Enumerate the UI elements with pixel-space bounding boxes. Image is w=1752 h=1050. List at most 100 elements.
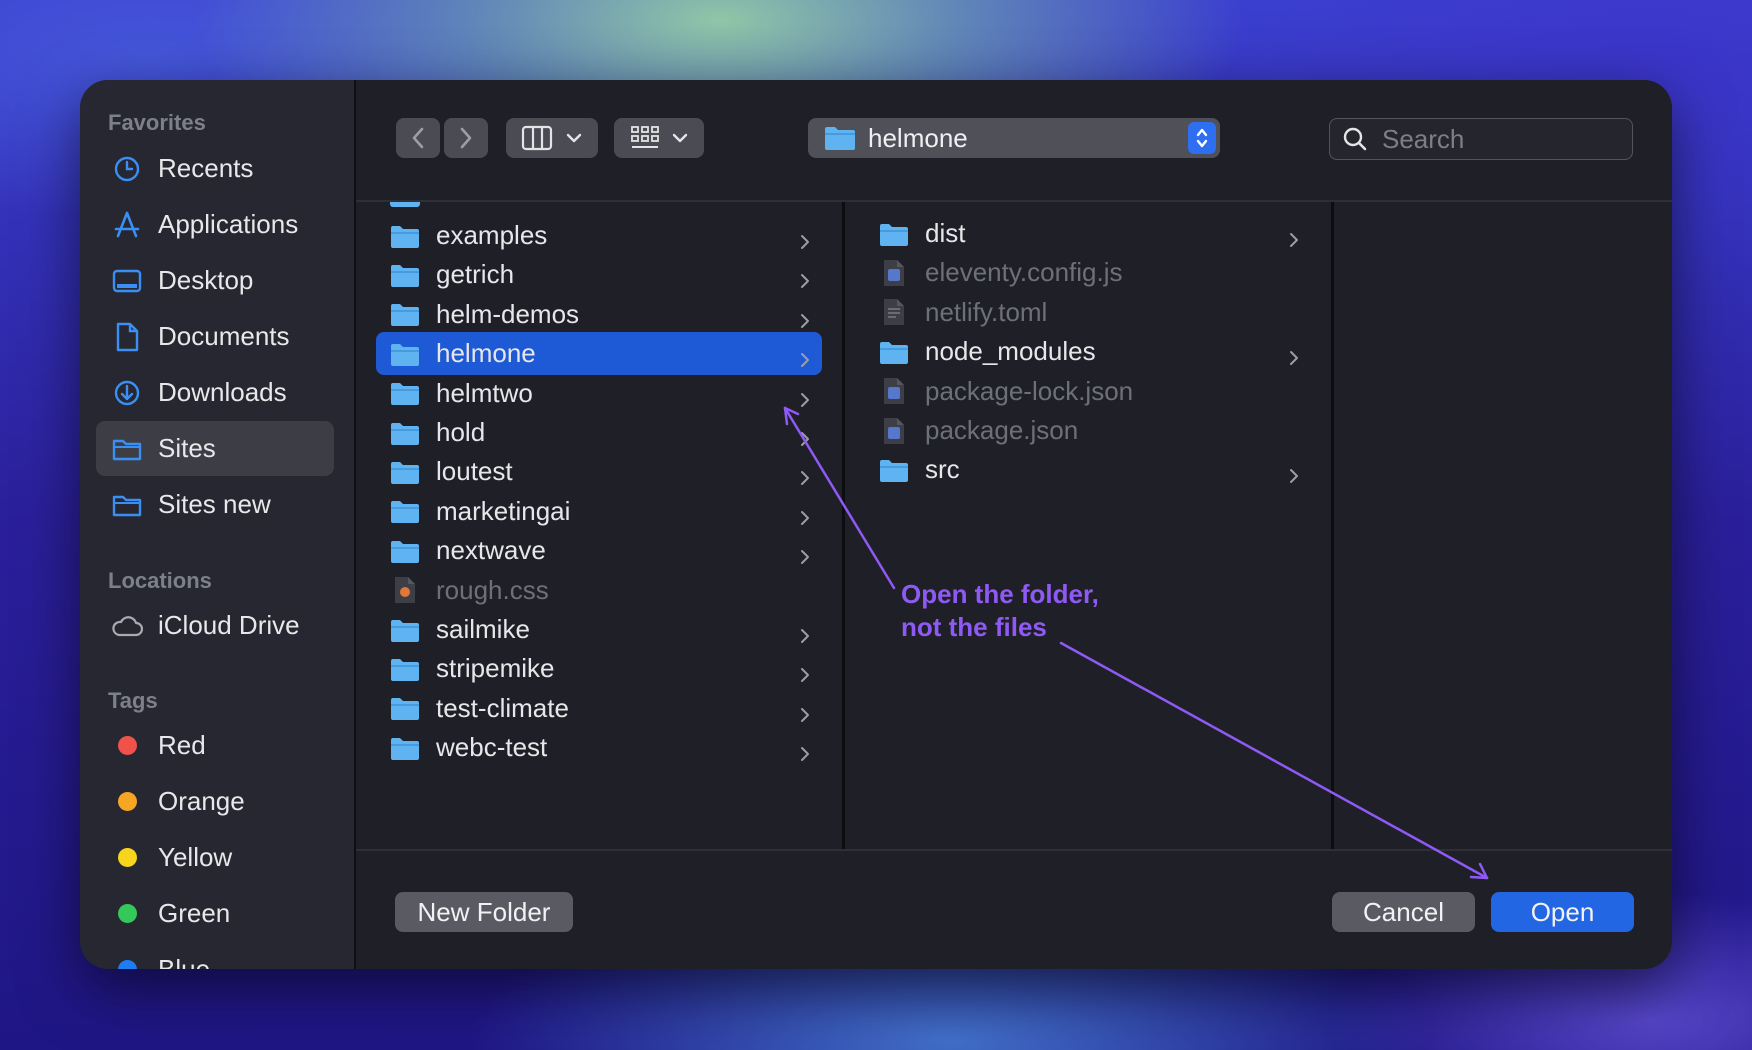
sidebar-item-recents[interactable]: Recents [96, 141, 334, 196]
grid-icon [631, 126, 659, 148]
blue-dot-icon [117, 960, 137, 969]
folder-icon [388, 496, 422, 526]
tag-red[interactable]: Red [96, 718, 334, 773]
path-stepper[interactable] [1188, 122, 1216, 154]
folder-icon [388, 221, 422, 251]
folder-row[interactable]: dist [865, 212, 1311, 255]
open-button[interactable]: Open [1491, 892, 1634, 932]
search-field[interactable]: Search [1329, 118, 1633, 160]
folder-icon [388, 339, 422, 369]
tag-green[interactable]: Green [96, 886, 334, 941]
folder-row[interactable]: helm-demos [376, 293, 822, 336]
chevron-right-icon [800, 462, 810, 493]
red-dot-icon [117, 736, 137, 755]
sidebar-item-label: Sites new [158, 489, 271, 519]
new-folder-button[interactable]: New Folder [395, 892, 573, 932]
folder-row[interactable]: helmtwo [376, 372, 822, 415]
folder-row[interactable]: nextwave [376, 529, 822, 572]
applications-icon [110, 208, 144, 242]
folder-row[interactable]: sailmike [376, 608, 822, 651]
folder-icon [388, 260, 422, 290]
row-label: node_modules [925, 336, 1096, 367]
folder-row[interactable]: marketingai [376, 490, 822, 533]
row-label: eleventy.config.js [925, 257, 1123, 288]
chevron-right-icon [1289, 224, 1299, 255]
sidebar-item-label: Recents [158, 153, 254, 183]
desktop-icon [110, 264, 144, 298]
row-label: helmtwo [436, 377, 533, 408]
open-dialog: Favorites Recents Applications Desktop D… [80, 80, 1672, 969]
sidebar-item-label: Documents [158, 321, 290, 351]
sidebar-item-sites[interactable]: Sites [96, 421, 334, 476]
chevron-down-icon [566, 133, 582, 143]
file-row[interactable]: netlify.toml [865, 291, 1311, 334]
back-button[interactable] [396, 118, 440, 158]
folder-row[interactable]: helmone [376, 332, 822, 376]
sidebar-item-sites-new[interactable]: Sites new [96, 477, 334, 532]
partial-folder-icon [390, 202, 420, 207]
column-sites[interactable]: examples getrich helm-demos helmone helmtwo h… [356, 202, 845, 849]
sidebar-item-label: Downloads [158, 377, 287, 407]
column-empty[interactable] [1334, 202, 1672, 849]
sidebar-item-documents[interactable]: Documents [96, 309, 334, 364]
tag-orange[interactable]: Orange [96, 774, 334, 829]
green-dot-icon [117, 904, 137, 923]
folder-icon [825, 127, 855, 150]
file-row[interactable]: eleventy.config.js [865, 251, 1311, 294]
view-mode-button[interactable] [506, 118, 598, 158]
sidebar-item-label: Desktop [158, 265, 254, 295]
sidebar-item-icloud-drive[interactable]: iCloud Drive [96, 598, 334, 653]
search-placeholder: Search [1382, 123, 1465, 154]
folder-row[interactable]: loutest [376, 450, 822, 493]
tag-label: Red [158, 730, 206, 760]
forward-button[interactable] [444, 118, 488, 158]
file-row[interactable]: rough.css [376, 569, 822, 612]
row-label: loutest [436, 456, 513, 487]
sidebar-item-downloads[interactable]: Downloads [96, 365, 334, 420]
folder-icon [388, 457, 422, 487]
file-row[interactable]: package-lock.json [865, 370, 1311, 413]
path-popup[interactable]: helmone [808, 118, 1220, 158]
download-icon [110, 376, 144, 410]
folder-icon [110, 488, 144, 522]
sidebar-item-desktop[interactable]: Desktop [96, 253, 334, 308]
chevron-right-icon [460, 127, 472, 149]
chevron-right-icon [800, 541, 810, 572]
folder-icon [388, 418, 422, 448]
search-icon [1343, 127, 1367, 151]
file-row[interactable]: package.json [865, 409, 1311, 452]
chevron-right-icon [800, 344, 810, 375]
favorites-heading: Favorites [108, 110, 206, 135]
row-label: hold [436, 417, 486, 447]
annotation-callout: Open the folder, not the files [901, 578, 1099, 644]
file-icon [877, 297, 911, 327]
folder-row[interactable]: stripemike [376, 647, 822, 690]
row-label: nextwave [436, 535, 546, 566]
group-button[interactable] [614, 118, 704, 158]
folder-row[interactable]: webc-test [376, 726, 822, 769]
tag-label: Orange [158, 786, 245, 816]
folder-row[interactable]: src [865, 448, 1311, 491]
file-icon [877, 258, 911, 288]
tag-label: Blue [158, 954, 211, 969]
column-helmone[interactable]: dist eleventy.config.js netlify.toml node_m… [845, 202, 1334, 849]
sidebar-item-applications[interactable]: Applications [96, 197, 334, 252]
up-down-chevrons-icon [1196, 128, 1208, 148]
folder-row[interactable]: examples [376, 214, 822, 257]
orange-dot-icon [117, 792, 137, 811]
columns-view-icon [521, 125, 553, 151]
sidebar-item-label: Sites [158, 433, 216, 463]
row-label: examples [436, 220, 548, 250]
tag-label: Yellow [158, 842, 233, 872]
chevron-right-icon [800, 659, 810, 690]
tag-blue[interactable]: Blue [96, 942, 334, 969]
tag-yellow[interactable]: Yellow [96, 830, 334, 885]
folder-row[interactable]: test-climate [376, 687, 822, 730]
folder-row[interactable]: hold [376, 411, 822, 454]
folder-row[interactable]: getrich [376, 253, 822, 296]
cancel-button[interactable]: Cancel [1332, 892, 1475, 932]
folder-row[interactable]: node_modules [865, 330, 1311, 373]
row-label: package.json [925, 415, 1079, 445]
folder-icon [388, 299, 422, 329]
toolbar: helmone Search [356, 80, 1672, 202]
